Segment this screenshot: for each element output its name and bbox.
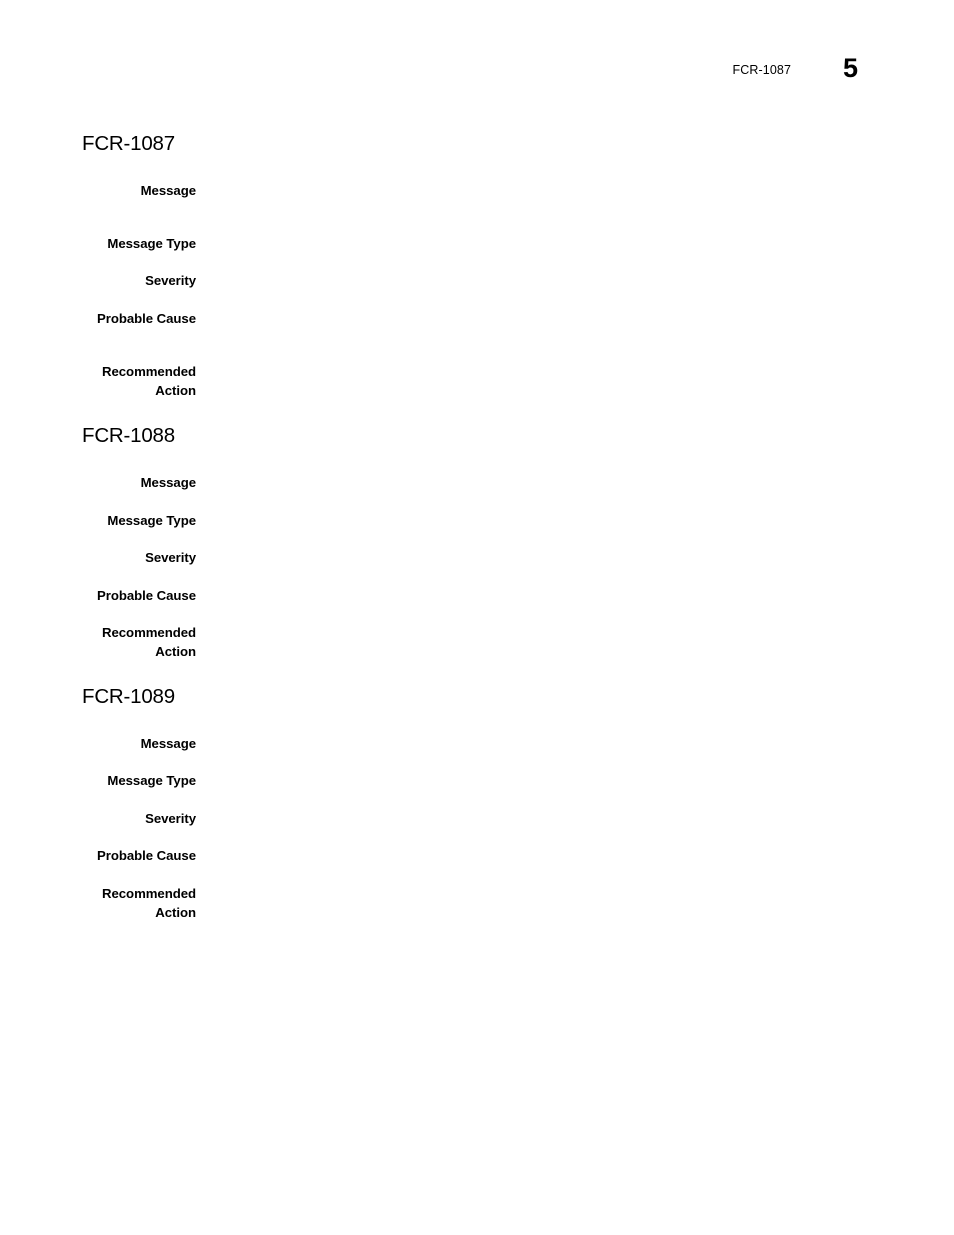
field-label: Severity bbox=[145, 550, 196, 565]
section-heading: FCR-1089 bbox=[82, 685, 175, 708]
field-label: Severity bbox=[145, 811, 196, 826]
field-label: Probable Cause bbox=[97, 588, 196, 603]
field-label: Probable Cause bbox=[97, 848, 196, 863]
field-label: Message bbox=[140, 475, 196, 490]
field-label: Probable Cause bbox=[97, 311, 196, 326]
field-label: Recommended Action bbox=[102, 364, 196, 398]
field-label: Message bbox=[140, 183, 196, 198]
page-number: 5 bbox=[842, 53, 858, 83]
field-label: Recommended Action bbox=[102, 625, 196, 659]
field-label: Message Type bbox=[107, 513, 196, 528]
section-heading: FCR-1087 bbox=[82, 132, 175, 155]
field-label: Severity bbox=[145, 273, 196, 288]
document-page: FCR-1087 5 FCR-1087 Message Message Type Se… bbox=[0, 0, 954, 1235]
section-heading: FCR-1088 bbox=[82, 424, 175, 447]
field-label: Message Type bbox=[107, 773, 196, 788]
page-running-header: FCR-1087 5 bbox=[0, 0, 954, 110]
field-label: Message bbox=[140, 736, 196, 751]
field-label: Recommended Action bbox=[102, 886, 196, 920]
field-label: Message Type bbox=[107, 236, 196, 251]
